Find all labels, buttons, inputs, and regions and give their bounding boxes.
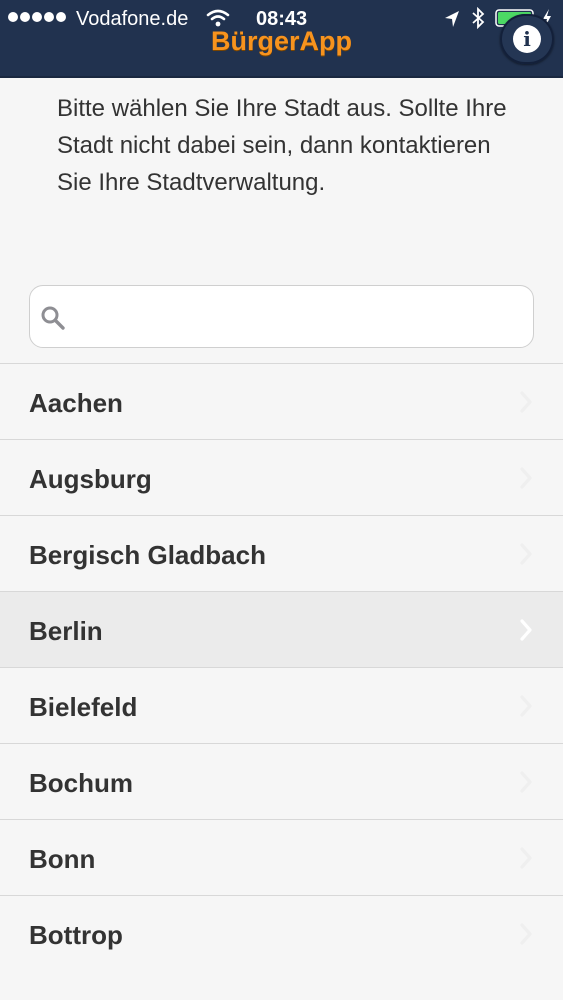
info-icon: i	[513, 25, 541, 53]
city-name: Bottrop	[29, 920, 123, 950]
info-button[interactable]: i	[500, 14, 554, 64]
chevron-right-icon	[520, 847, 532, 869]
city-row[interactable]: Augsburg	[0, 439, 563, 515]
chevron-right-icon	[520, 467, 532, 489]
city-row[interactable]: Bonn	[0, 819, 563, 895]
app-header: Vodafone.de 08:43 BürgerApp i	[0, 0, 563, 78]
chevron-right-icon	[520, 695, 532, 717]
city-list: Aachen Augsburg Bergisch Gladbach Berlin Bie…	[0, 363, 563, 971]
city-name: Augsburg	[29, 464, 152, 494]
chevron-right-icon	[520, 771, 532, 793]
search-box[interactable]	[29, 285, 534, 348]
chevron-right-icon	[520, 391, 532, 413]
city-row[interactable]: Bochum	[0, 743, 563, 819]
city-name: Berlin	[29, 616, 103, 646]
city-row[interactable]: Bottrop	[0, 895, 563, 971]
city-name: Aachen	[29, 388, 123, 418]
city-name: Bielefeld	[29, 692, 138, 722]
city-row[interactable]: Bergisch Gladbach	[0, 515, 563, 591]
chevron-right-icon	[520, 543, 532, 565]
city-row[interactable]: Berlin	[0, 591, 563, 667]
city-row[interactable]: Aachen	[0, 363, 563, 439]
wifi-icon	[206, 9, 230, 27]
chevron-right-icon	[520, 619, 532, 641]
search-icon	[41, 306, 65, 330]
chevron-right-icon	[520, 923, 532, 945]
intro-text: Bitte wählen Sie Ihre Stadt aus. Sollte …	[57, 95, 507, 196]
app-screen: Vodafone.de 08:43 BürgerApp i Bitte wähl…	[0, 0, 563, 1000]
city-name: Bonn	[29, 844, 96, 874]
city-row[interactable]: Bielefeld	[0, 667, 563, 743]
signal-strength-icon	[8, 12, 66, 22]
search-input[interactable]	[78, 296, 518, 338]
city-name: Bergisch Gladbach	[29, 540, 266, 570]
city-name: Bochum	[29, 768, 133, 798]
app-title: BürgerApp	[211, 26, 352, 56]
